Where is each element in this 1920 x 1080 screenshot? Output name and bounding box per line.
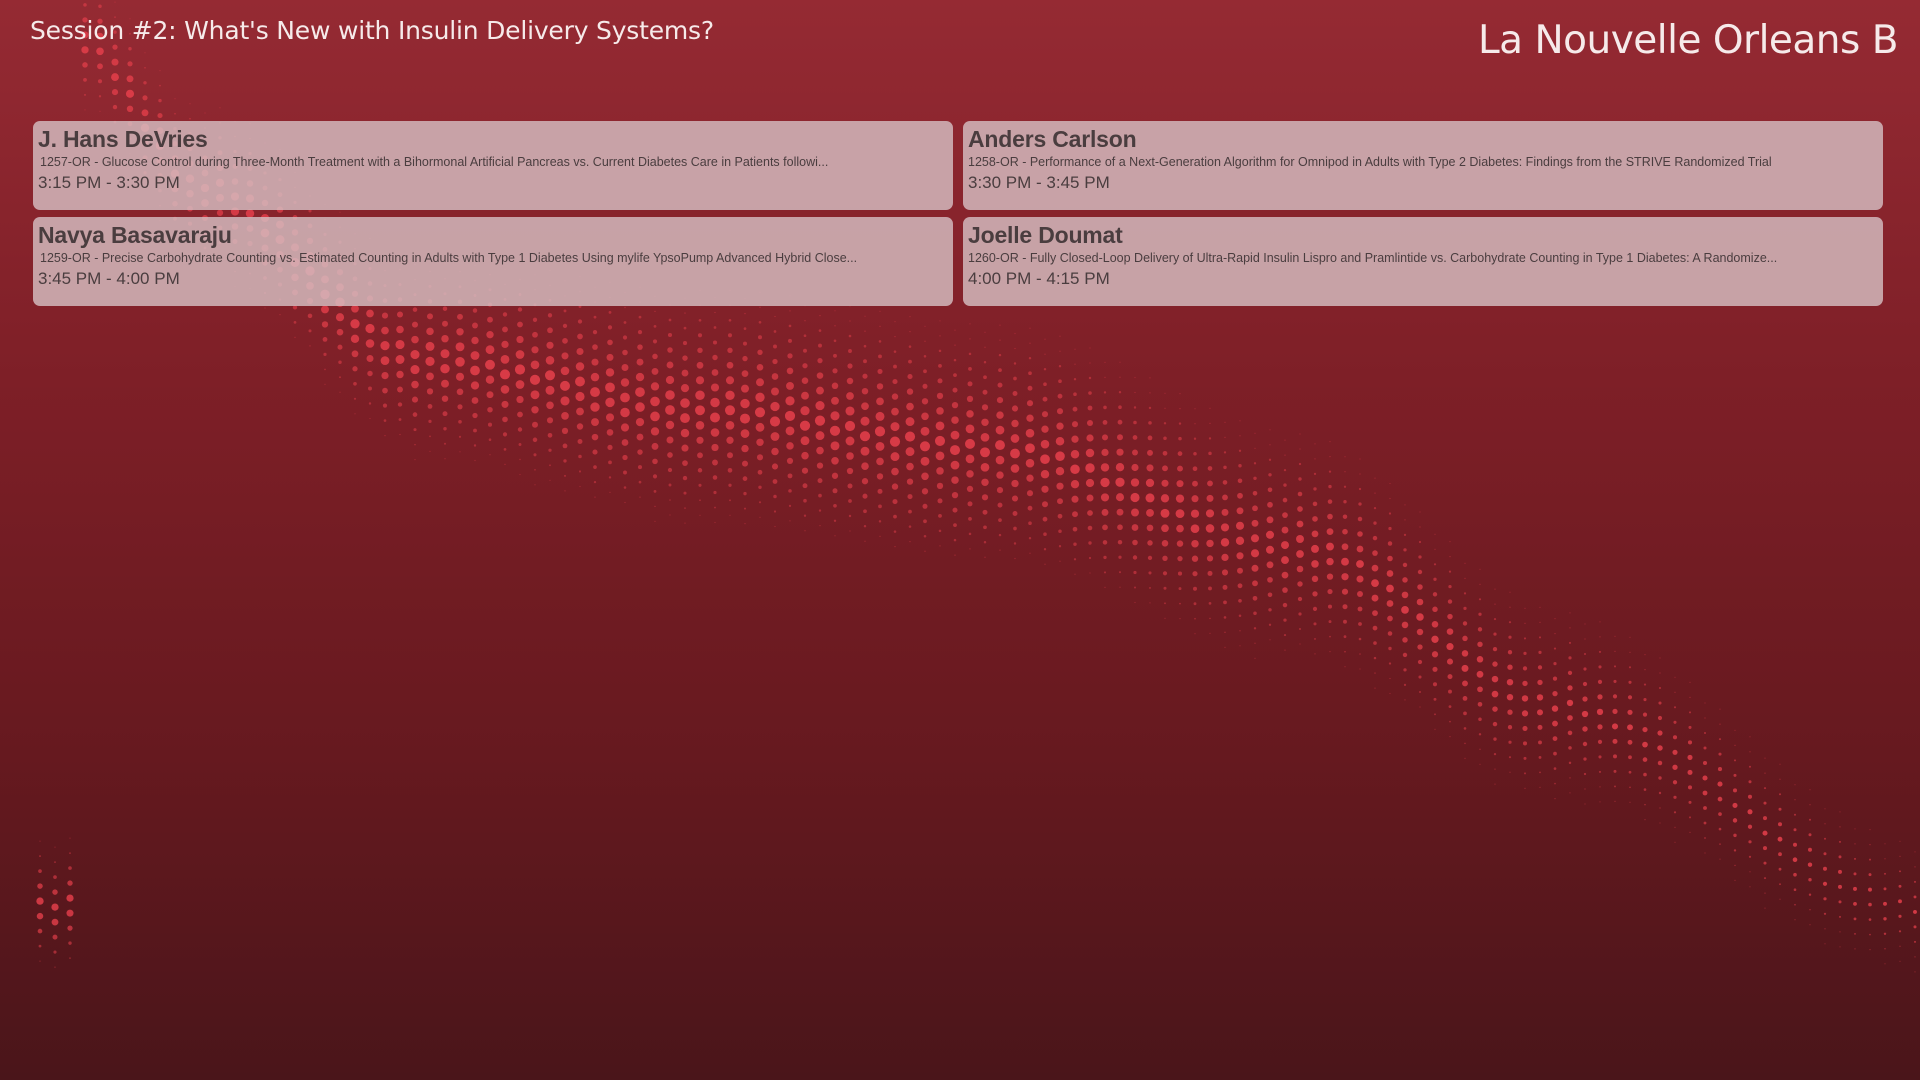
- session-card[interactable]: Navya Basavaraju 1259-OR - Precise Carbo…: [33, 217, 953, 306]
- room-name: La Nouvelle Orleans B: [1477, 18, 1899, 63]
- session-time: 3:30 PM - 3:45 PM: [968, 173, 1110, 192]
- session-card[interactable]: J. Hans DeVries 1257-OR - Glucose Contro…: [33, 121, 953, 210]
- abstract-title: 1257-OR - Glucose Control during Three-M…: [40, 155, 829, 169]
- session-title: Session #2: What's New with Insulin Deli…: [30, 16, 714, 45]
- speaker-name: Joelle Doumat: [968, 222, 1123, 248]
- abstract-title: 1260-OR - Fully Closed-Loop Delivery of …: [968, 251, 1778, 265]
- session-time: 4:00 PM - 4:15 PM: [968, 269, 1110, 288]
- abstract-title: 1259-OR - Precise Carbohydrate Counting …: [40, 251, 858, 265]
- session-card[interactable]: Joelle Doumat 1260-OR - Fully Closed-Loo…: [963, 217, 1883, 306]
- speaker-name: Navya Basavaraju: [38, 222, 232, 248]
- speaker-name: J. Hans DeVries: [38, 126, 208, 152]
- speaker-name: Anders Carlson: [968, 126, 1137, 152]
- session-time: 3:45 PM - 4:00 PM: [38, 269, 180, 288]
- session-card[interactable]: Anders Carlson 1258-OR - Performance of …: [963, 121, 1883, 210]
- session-time: 3:15 PM - 3:30 PM: [38, 173, 180, 192]
- session-grid: J. Hans DeVries 1257-OR - Glucose Contro…: [33, 121, 1885, 306]
- abstract-title: 1258-OR - Performance of a Next-Generati…: [968, 155, 1772, 169]
